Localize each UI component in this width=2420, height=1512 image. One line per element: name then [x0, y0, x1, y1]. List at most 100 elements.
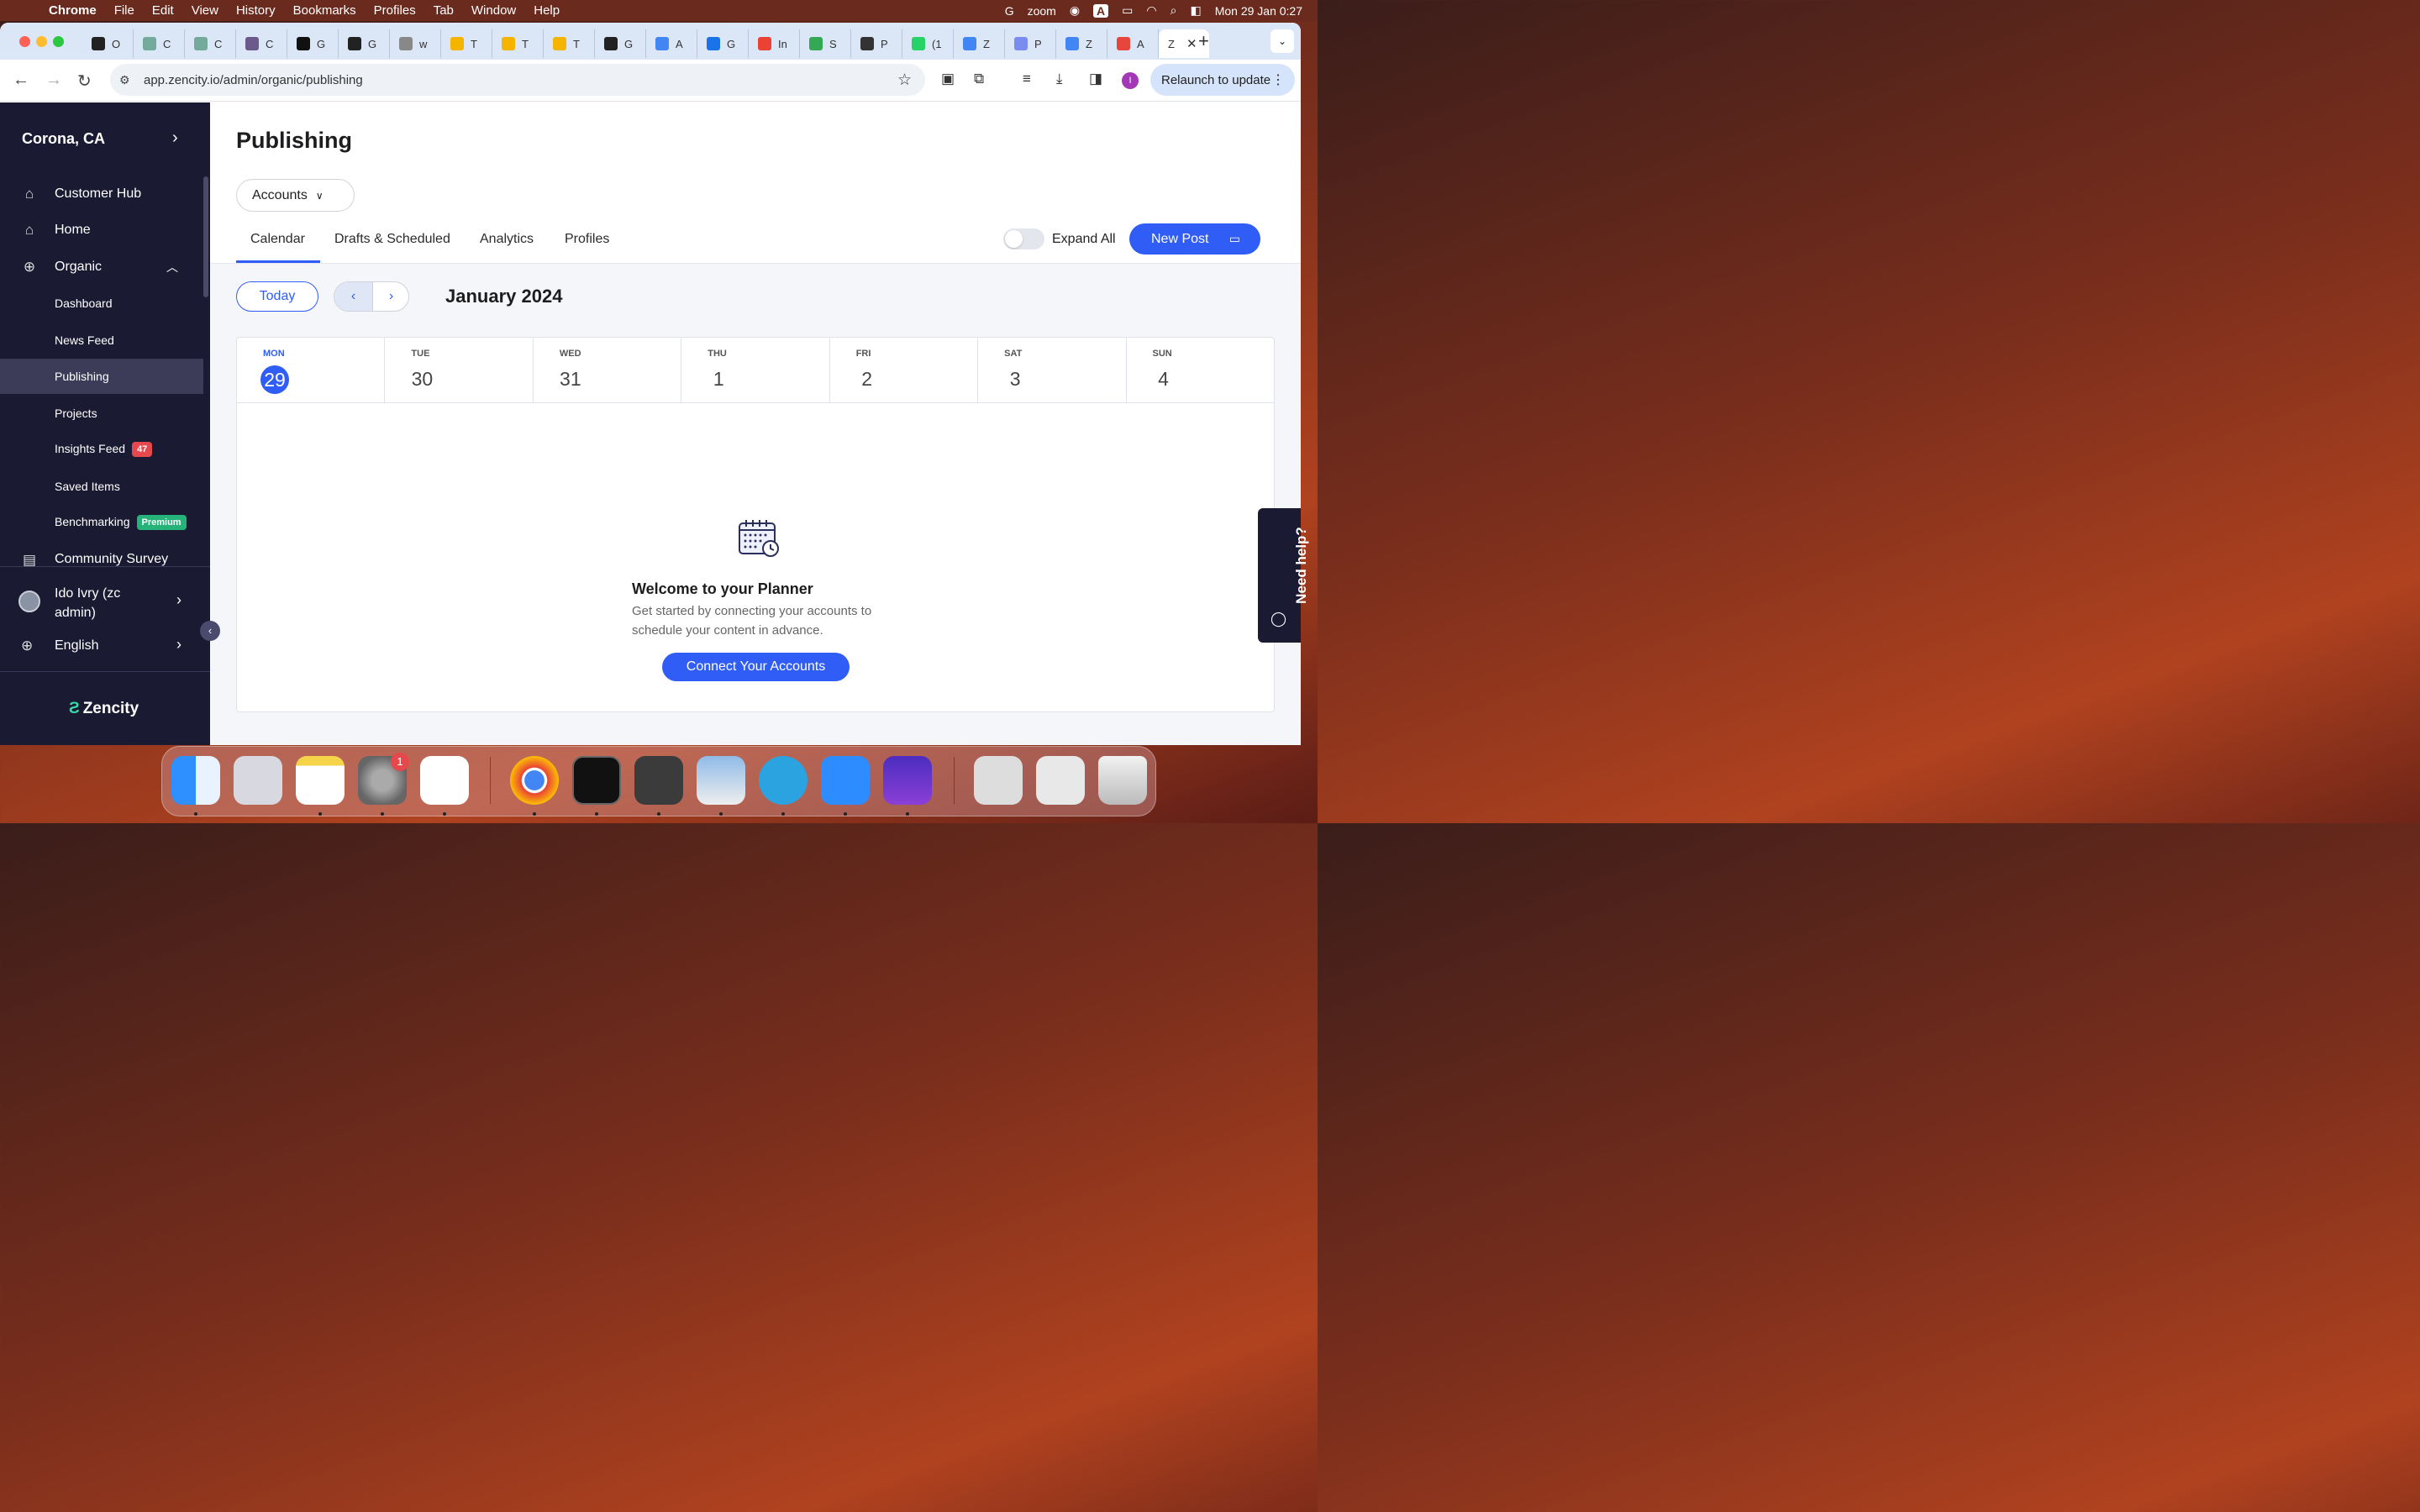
chevron-left-icon[interactable]: ‹ — [334, 282, 372, 311]
downloads-icon[interactable]: ⤓ — [1056, 71, 1063, 87]
sidebar-item-community-survey[interactable]: ▤ Community Survey — [0, 542, 203, 567]
preview-icon[interactable] — [697, 756, 745, 805]
browser-tab[interactable]: P — [851, 29, 902, 58]
menu-view[interactable]: View — [192, 3, 218, 18]
sidebar-item-organic[interactable]: ⊕ Organic ︿ — [0, 249, 203, 285]
tab-calendar[interactable]: Calendar — [250, 232, 305, 247]
wifi-icon[interactable]: ◠ — [1146, 3, 1156, 18]
notes-icon[interactable] — [296, 756, 345, 805]
terminal-icon[interactable] — [572, 756, 621, 805]
browser-tab[interactable]: C — [185, 29, 236, 58]
minimize-window-button[interactable] — [36, 36, 47, 47]
expand-all-toggle[interactable] — [1003, 228, 1044, 249]
browser-tab[interactable]: O — [82, 29, 134, 58]
sidebar-item-dashboard[interactable]: Dashboard — [0, 286, 203, 321]
copilot-status-icon[interactable]: ◉ — [1070, 3, 1080, 18]
browser-tab[interactable]: Z — [1056, 29, 1107, 58]
slack-icon[interactable] — [420, 756, 469, 805]
forward-arrow-icon[interactable]: → — [45, 71, 62, 90]
chrome-icon[interactable] — [510, 756, 559, 805]
new-tab-button[interactable]: + — [1198, 30, 1209, 52]
close-window-button[interactable] — [19, 36, 30, 47]
sidebar-item-projects[interactable]: Projects — [0, 396, 203, 431]
extension-password-icon[interactable]: ▣ — [941, 71, 955, 87]
recent-screenshot-icon[interactable] — [1036, 756, 1085, 805]
browser-tab[interactable]: T — [492, 29, 544, 58]
back-arrow-icon[interactable]: ← — [13, 71, 29, 90]
control-center-icon[interactable]: ◧ — [1190, 3, 1201, 18]
reload-icon[interactable]: ↻ — [77, 71, 92, 92]
menu-tab[interactable]: Tab — [434, 3, 454, 18]
extensions-puzzle-icon[interactable]: ⧉ — [974, 71, 984, 87]
menu-history[interactable]: History — [236, 3, 276, 18]
day-column-thu[interactable]: THU 1 — [681, 338, 830, 402]
city-name[interactable]: Corona, CA — [22, 130, 105, 148]
day-column-sat[interactable]: SAT 3 — [978, 338, 1127, 402]
browser-tab[interactable]: C — [134, 29, 185, 58]
relaunch-to-update-button[interactable]: Relaunch to update ⋮ — [1150, 64, 1295, 96]
battery-icon[interactable]: ▭ — [1122, 3, 1133, 18]
today-button[interactable]: Today — [236, 281, 318, 312]
zoom-status-label[interactable]: zoom — [1028, 4, 1056, 18]
telegram-icon[interactable] — [759, 756, 808, 805]
kebab-menu-icon[interactable]: ⋮ — [1271, 71, 1285, 88]
browser-tab[interactable]: T — [544, 29, 595, 58]
chevron-up-icon[interactable]: ︿ — [166, 259, 178, 276]
sidebar-item-home[interactable]: ⌂ Home — [0, 213, 203, 248]
sidebar-item-saved-items[interactable]: Saved Items — [0, 469, 203, 504]
sidebar-scrollbar[interactable] — [203, 176, 208, 297]
bookmark-star-icon[interactable]: ☆ — [897, 71, 912, 90]
sidebar-item-insights-feed[interactable]: Insights Feed 47 — [0, 432, 203, 467]
profile-avatar[interactable]: I — [1122, 72, 1139, 89]
sidebar-item-benchmarking[interactable]: Benchmarking Premium — [0, 505, 203, 540]
browser-tab[interactable]: G — [339, 29, 390, 58]
accounts-dropdown[interactable]: Accounts ∨ — [236, 179, 355, 212]
language-selector[interactable]: ⊕ English › — [0, 634, 210, 659]
menu-help[interactable]: Help — [534, 3, 560, 18]
browser-tab[interactable]: S — [800, 29, 851, 58]
day-column-fri[interactable]: FRI 2 — [830, 338, 979, 402]
sidebar-item-news-feed[interactable]: News Feed — [0, 323, 203, 358]
finder-icon[interactable] — [171, 756, 220, 805]
chevron-right-icon[interactable]: › — [372, 282, 408, 311]
sidebar-item-publishing[interactable]: Publishing — [0, 359, 203, 394]
browser-tab[interactable]: C — [236, 29, 287, 58]
grammarly-status-icon[interactable]: G — [1005, 4, 1014, 18]
connect-accounts-button[interactable]: Connect Your Accounts — [662, 653, 850, 681]
browser-tab[interactable]: w — [390, 29, 441, 58]
browser-tab[interactable]: A — [1107, 29, 1159, 58]
sidebar-item-customer-hub[interactable]: ⌂ Customer Hub — [0, 176, 203, 212]
need-help-widget[interactable]: Need help? ◯ — [1258, 508, 1309, 643]
browser-tab[interactable]: A — [646, 29, 697, 58]
chevron-right-icon[interactable]: › — [172, 129, 178, 148]
tab-analytics[interactable]: Analytics — [480, 232, 534, 247]
browser-tab[interactable]: T — [441, 29, 492, 58]
browser-tab[interactable]: Z — [954, 29, 1005, 58]
browser-tab[interactable]: P — [1005, 29, 1056, 58]
tab-drafts-scheduled[interactable]: Drafts & Scheduled — [334, 232, 450, 247]
address-url[interactable]: app.zencity.io/admin/organic/publishing — [144, 73, 363, 87]
tab-profiles[interactable]: Profiles — [565, 232, 609, 247]
menubar-clock[interactable]: Mon 29 Jan 0:27 — [1215, 4, 1302, 18]
grammarly-app-icon[interactable] — [883, 756, 932, 805]
media-control-icon[interactable]: ≡ — [1023, 71, 1031, 87]
tab-search-chevron-icon[interactable]: ⌄ — [1270, 29, 1294, 53]
trash-icon[interactable] — [1098, 756, 1147, 805]
day-column-sun[interactable]: SUN 4 — [1127, 338, 1274, 402]
input-source-icon[interactable]: A — [1093, 3, 1109, 18]
day-column-wed[interactable]: WED 31 — [534, 338, 682, 402]
address-bar[interactable]: ⚙ app.zencity.io/admin/organic/publishin… — [110, 64, 925, 96]
spotlight-search-icon[interactable]: ⌕ — [1171, 3, 1177, 18]
site-info-icon[interactable]: ⚙ — [119, 73, 130, 87]
side-panel-icon[interactable]: ◨ — [1089, 71, 1102, 87]
collapse-sidebar-button[interactable]: ‹ — [200, 621, 220, 641]
new-post-button[interactable]: New Post ▭ — [1129, 223, 1260, 255]
menu-edit[interactable]: Edit — [152, 3, 174, 18]
launchpad-icon[interactable] — [234, 756, 282, 805]
day-column-mon[interactable]: MON 29 — [237, 338, 386, 402]
menu-file[interactable]: File — [114, 3, 134, 18]
browser-tab[interactable]: In — [749, 29, 800, 58]
menu-window[interactable]: Window — [471, 3, 516, 18]
user-menu[interactable]: Ido Ivry (zc admin) › — [0, 581, 210, 623]
menu-bookmarks[interactable]: Bookmarks — [293, 3, 356, 18]
